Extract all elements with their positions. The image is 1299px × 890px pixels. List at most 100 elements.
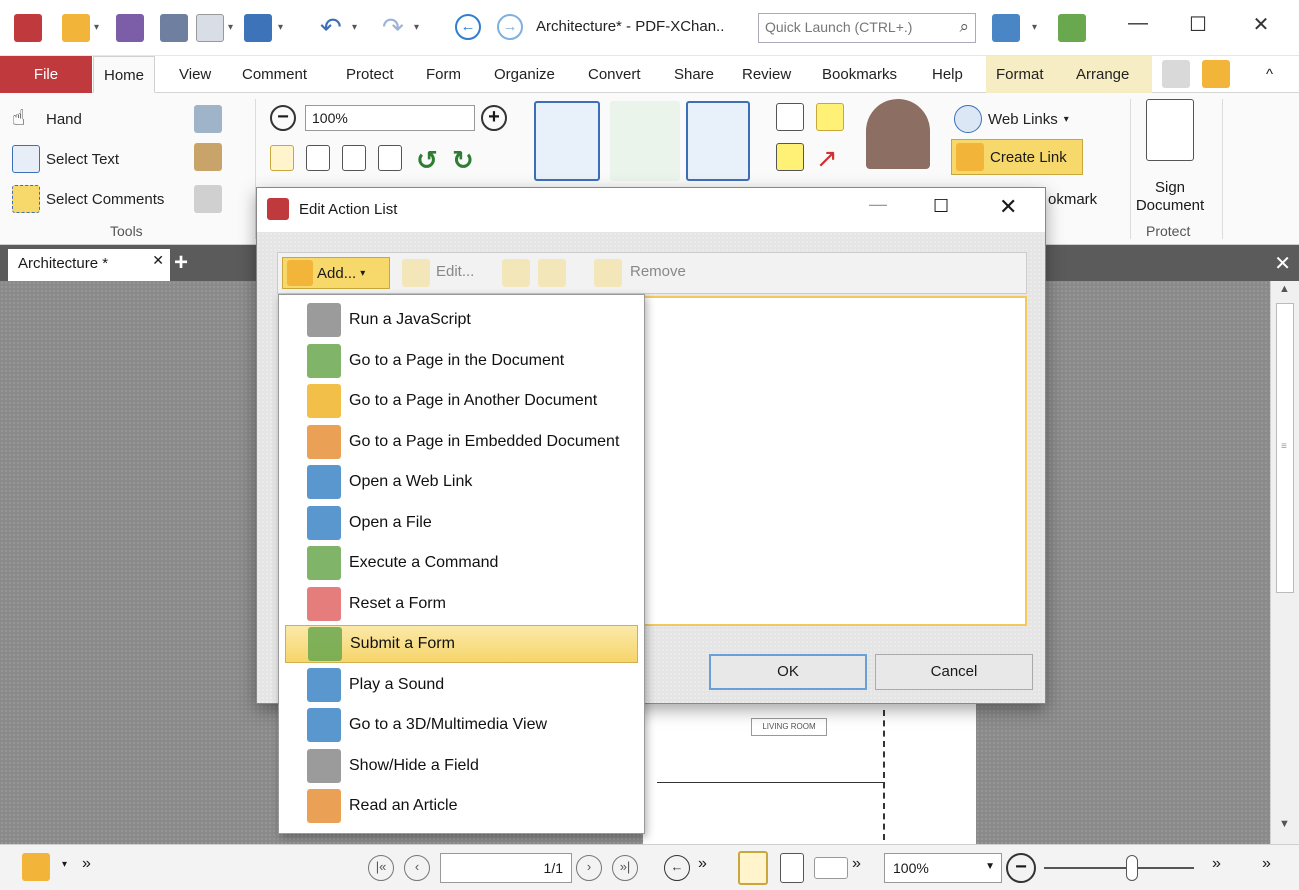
- menu-item[interactable]: Submit a Form: [285, 625, 638, 663]
- rotate-right-icon[interactable]: ↻: [452, 145, 480, 175]
- menu-item[interactable]: Show/Hide a Field: [285, 747, 638, 785]
- expand-icon[interactable]: »: [1262, 855, 1271, 873]
- move-down-icon[interactable]: [538, 259, 566, 287]
- ok-button[interactable]: OK: [709, 654, 867, 690]
- snapshot-icon[interactable]: [194, 105, 222, 133]
- print-icon[interactable]: [160, 14, 188, 42]
- redo-icon[interactable]: ↷: [382, 14, 410, 42]
- back-icon[interactable]: ←: [664, 855, 690, 881]
- tab-file[interactable]: File: [0, 56, 92, 93]
- close-icon[interactable]: ✕: [1246, 12, 1276, 37]
- tab-view[interactable]: View: [169, 56, 221, 93]
- settings-icon[interactable]: [22, 853, 50, 881]
- chevron-down-icon[interactable]: ▾: [414, 22, 419, 33]
- menu-item[interactable]: Read an Article: [285, 787, 638, 825]
- document-page[interactable]: LIVING ROOM: [643, 702, 976, 844]
- action-list[interactable]: [642, 296, 1027, 626]
- chevron-down-icon[interactable]: ▾: [1032, 22, 1037, 33]
- menu-item[interactable]: Reset a Form: [285, 585, 638, 623]
- forward-icon[interactable]: →: [497, 14, 523, 40]
- tab-comment[interactable]: Comment: [232, 56, 317, 93]
- tab-arrange[interactable]: Arrange: [1066, 56, 1152, 93]
- sign-document-label[interactable]: Sign Document: [1132, 179, 1208, 215]
- tab-home[interactable]: Home: [93, 56, 156, 93]
- collapse-ribbon-icon[interactable]: ^: [1256, 56, 1283, 93]
- maximize-icon[interactable]: ☐: [933, 196, 949, 217]
- save-icon[interactable]: [116, 14, 144, 42]
- menu-item[interactable]: Go to a Page in the Document: [285, 342, 638, 380]
- actual-size-icon[interactable]: [270, 145, 294, 171]
- text-box-icon[interactable]: [776, 143, 804, 171]
- menu-item[interactable]: Go to a Page in Embedded Document: [285, 423, 638, 461]
- vertical-scrollbar[interactable]: ▲ ≡ ▼: [1270, 281, 1299, 844]
- zoom-select[interactable]: 100% ▼: [884, 853, 1002, 883]
- sign-document-icon[interactable]: [1146, 99, 1194, 161]
- scroll-up-icon[interactable]: ▲: [1279, 283, 1290, 295]
- zoom-slider-handle[interactable]: [1126, 855, 1138, 881]
- selection-icon[interactable]: [686, 101, 750, 181]
- tab-organize[interactable]: Organize: [484, 56, 565, 93]
- menu-item[interactable]: Open a File: [285, 504, 638, 542]
- open-folder-icon[interactable]: [62, 14, 90, 42]
- chevron-down-icon[interactable]: ▾: [94, 22, 99, 33]
- quick-launch-input[interactable]: Quick Launch (CTRL+.) ⌕: [758, 13, 976, 43]
- first-page-icon[interactable]: |«: [368, 855, 394, 881]
- search-folder-icon[interactable]: [1202, 60, 1230, 88]
- menu-item[interactable]: Play a Sound: [285, 666, 638, 704]
- page-number-field[interactable]: 1/1: [440, 853, 572, 883]
- scroll-down-icon[interactable]: ▼: [1279, 818, 1290, 830]
- typewriter-icon[interactable]: [776, 103, 804, 131]
- fit-width-icon[interactable]: [342, 145, 366, 171]
- menu-item[interactable]: Open a Web Link: [285, 463, 638, 501]
- tab-help[interactable]: Help: [922, 56, 973, 93]
- create-link-button[interactable]: Create Link: [951, 139, 1083, 175]
- rotate-left-icon[interactable]: ↺: [416, 145, 444, 175]
- email-icon[interactable]: [196, 14, 224, 42]
- web-links-button[interactable]: Web Links ▾: [954, 105, 1069, 133]
- menu-item[interactable]: Go to a 3D/Multimedia View: [285, 706, 638, 744]
- chevron-down-icon[interactable]: ▾: [278, 22, 283, 33]
- customize-icon[interactable]: [992, 14, 1020, 42]
- close-document-icon[interactable]: ✕: [1274, 251, 1291, 276]
- continuous-page-icon[interactable]: [780, 853, 804, 883]
- scan-icon[interactable]: [244, 14, 272, 42]
- expand-icon[interactable]: »: [852, 855, 861, 873]
- close-tab-icon[interactable]: ✕: [152, 252, 164, 269]
- close-icon[interactable]: ✕: [999, 194, 1017, 220]
- clipboard-icon[interactable]: [194, 143, 222, 171]
- sticky-note-icon[interactable]: [816, 103, 844, 131]
- chevron-down-icon[interactable]: ▾: [228, 22, 233, 33]
- format-painter-icon[interactable]: [194, 185, 222, 213]
- bookmark-label-fragment[interactable]: okmark: [1048, 191, 1097, 208]
- maximize-icon[interactable]: ☐: [1183, 12, 1213, 37]
- previous-page-icon[interactable]: ‹: [404, 855, 430, 881]
- last-page-icon[interactable]: »|: [612, 855, 638, 881]
- tab-format[interactable]: Format: [986, 56, 1066, 93]
- fit-visible-icon[interactable]: [378, 145, 402, 171]
- select-comments-button[interactable]: Select Comments: [12, 185, 164, 213]
- zoom-out-icon[interactable]: −: [270, 105, 296, 131]
- single-page-icon[interactable]: [738, 851, 768, 885]
- tab-form[interactable]: Form: [416, 56, 471, 93]
- zoom-out-icon[interactable]: −: [1006, 853, 1036, 883]
- expand-icon[interactable]: »: [1212, 855, 1221, 873]
- zoom-in-icon[interactable]: +: [481, 105, 507, 131]
- facing-pages-icon[interactable]: [814, 857, 848, 879]
- cancel-button[interactable]: Cancel: [875, 654, 1033, 690]
- menu-item[interactable]: Go to a Page in Another Document: [285, 382, 638, 420]
- full-screen-icon[interactable]: [1058, 14, 1086, 42]
- tab-convert[interactable]: Convert: [578, 56, 651, 93]
- add-action-button[interactable]: Add... ▾: [282, 257, 390, 289]
- fit-page-icon[interactable]: [306, 145, 330, 171]
- menu-item[interactable]: Run a JavaScript: [285, 301, 638, 339]
- undo-icon[interactable]: ↶: [320, 14, 348, 42]
- zoom-slider-track[interactable]: [1044, 867, 1194, 869]
- menu-item[interactable]: Execute a Command: [285, 544, 638, 582]
- remove-action-button[interactable]: Remove: [630, 263, 686, 280]
- document-tab[interactable]: Architecture * ✕: [8, 249, 170, 281]
- edit-content-icon[interactable]: [534, 101, 600, 181]
- find-icon[interactable]: [1162, 60, 1190, 88]
- new-tab-icon[interactable]: +: [174, 249, 188, 277]
- tab-bookmarks[interactable]: Bookmarks: [812, 56, 907, 93]
- tab-protect[interactable]: Protect: [336, 56, 404, 93]
